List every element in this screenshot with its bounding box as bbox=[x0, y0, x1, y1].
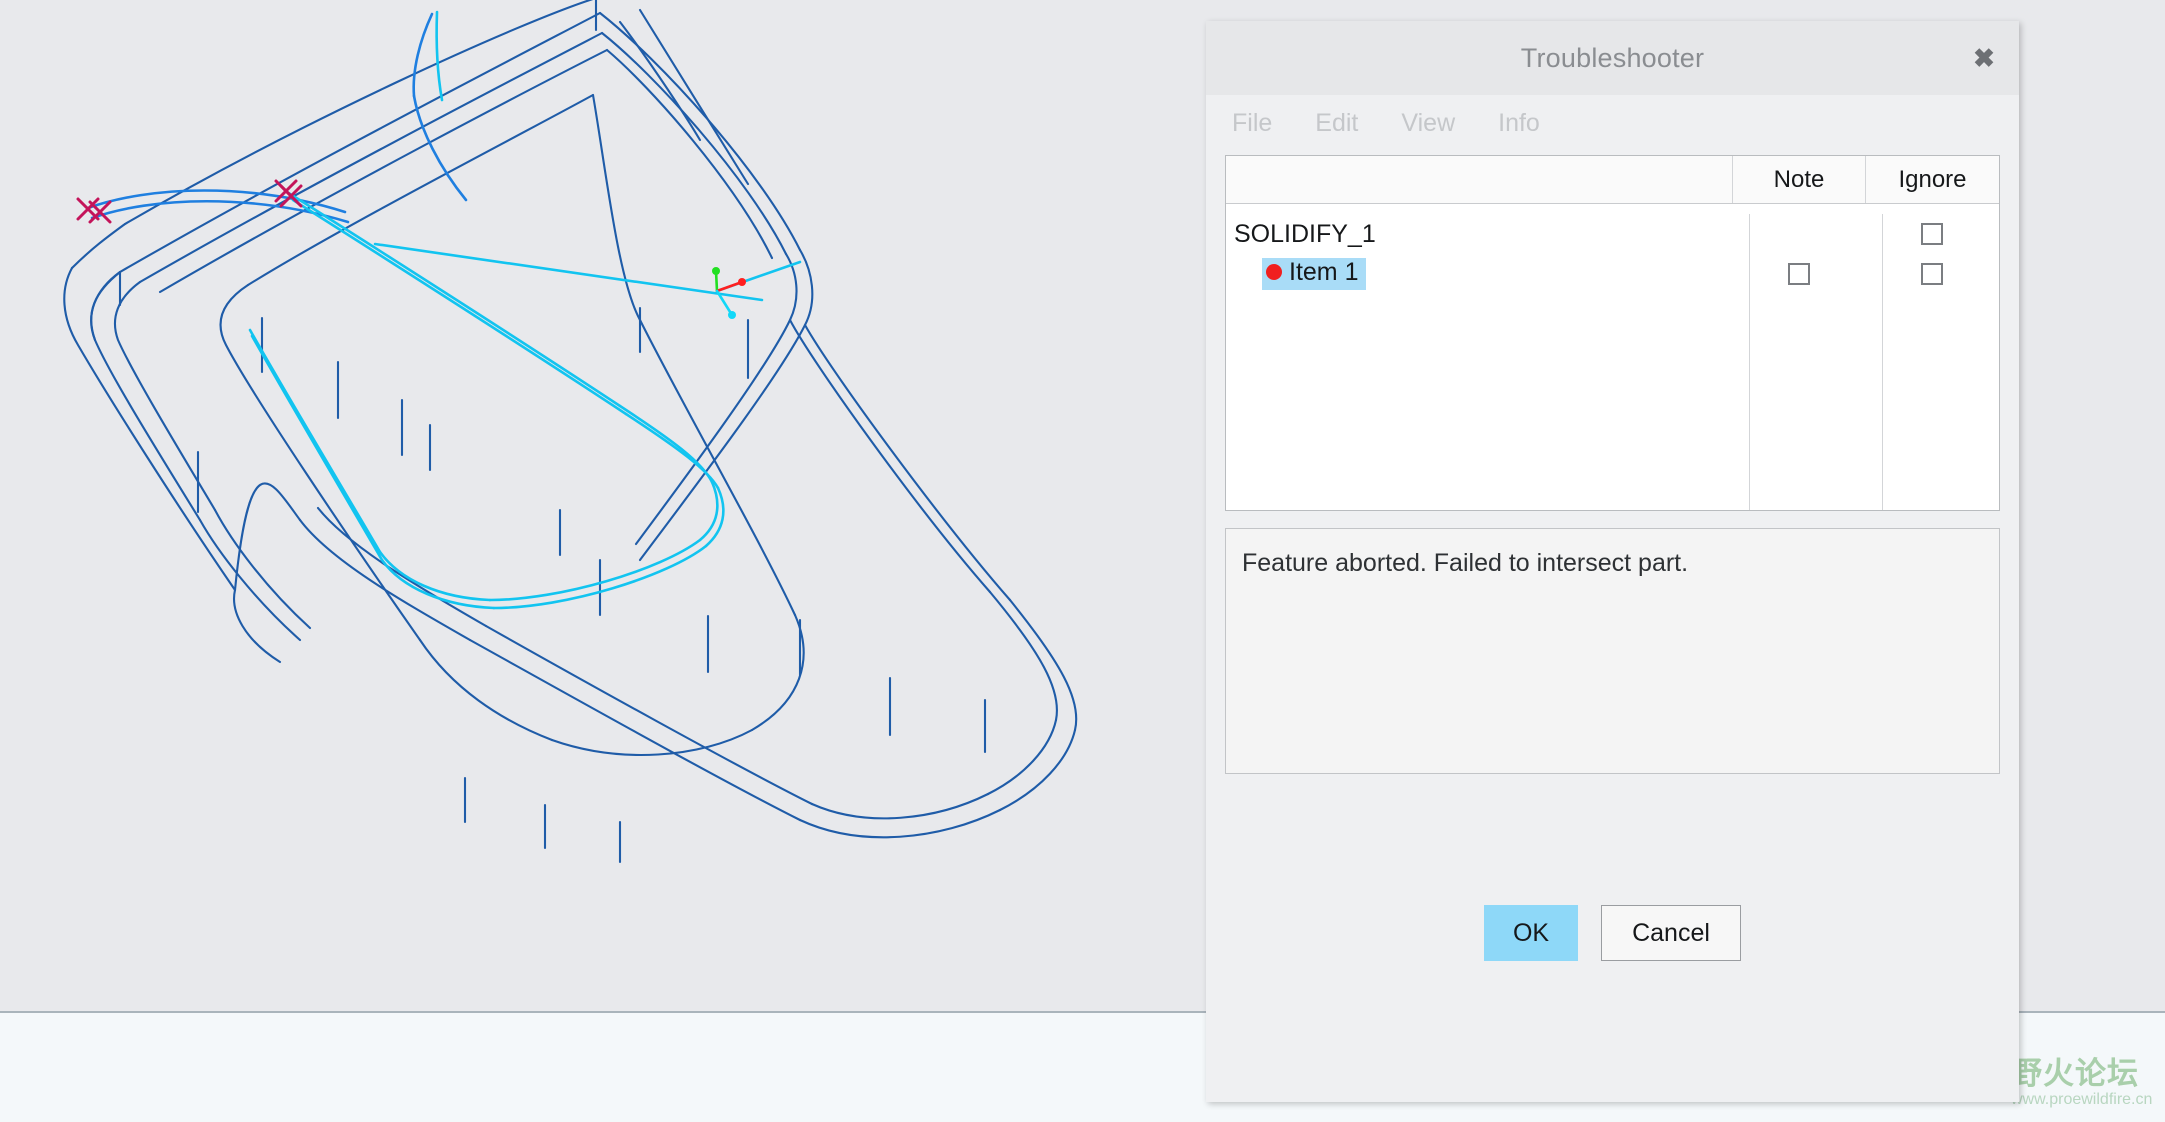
cancel-button[interactable]: Cancel bbox=[1601, 905, 1741, 961]
table-row[interactable]: Item 1 bbox=[1226, 254, 1999, 294]
error-status-dot bbox=[1266, 263, 1282, 280]
dialog-title: Troubleshooter bbox=[1520, 42, 1705, 73]
coordinate-triad bbox=[712, 267, 746, 319]
menu-file[interactable]: File bbox=[1232, 109, 1272, 138]
menu-view[interactable]: View bbox=[1401, 109, 1455, 138]
ignore-checkbox[interactable] bbox=[1921, 263, 1943, 285]
item-name-label: Item 1 bbox=[1289, 258, 1359, 287]
ok-button[interactable]: OK bbox=[1484, 905, 1578, 961]
dialog-titlebar[interactable]: Troubleshooter ✖ bbox=[1206, 21, 2019, 95]
ignore-cell bbox=[1865, 263, 1999, 285]
note-cell bbox=[1732, 263, 1865, 285]
table-row[interactable]: SOLIDIFY_1 bbox=[1226, 214, 1999, 254]
note-checkbox[interactable] bbox=[1787, 263, 1810, 285]
dialog-menubar: File Edit View Info bbox=[1206, 95, 2019, 151]
error-message-text: Feature aborted. Failed to intersect par… bbox=[1242, 549, 1689, 577]
ignore-checkbox[interactable] bbox=[1921, 223, 1943, 245]
menu-info[interactable]: Info bbox=[1498, 109, 1540, 138]
app-root: 野火论坛 www.proewildfire.cn Troubleshooter … bbox=[0, 0, 2165, 1122]
ignore-cell bbox=[1865, 223, 1999, 245]
troubleshooter-table[interactable]: Note Ignore SOLIDIFY_1 Item 1 bbox=[1225, 155, 2000, 511]
item-name-cell: Item 1 bbox=[1226, 258, 1732, 290]
message-panel: Feature aborted. Failed to intersect par… bbox=[1225, 528, 2000, 774]
menu-edit[interactable]: Edit bbox=[1315, 109, 1358, 138]
column-header-note: Note bbox=[1732, 156, 1865, 203]
table-header-row: Note Ignore bbox=[1226, 156, 1999, 204]
table-body: SOLIDIFY_1 Item 1 bbox=[1226, 214, 1999, 510]
dialog-button-row: OK Cancel bbox=[1206, 774, 2019, 1102]
item-selected-label[interactable]: Item 1 bbox=[1262, 258, 1367, 290]
close-icon[interactable]: ✖ bbox=[1967, 41, 2001, 75]
feature-name-label: SOLIDIFY_1 bbox=[1234, 219, 1376, 248]
column-header-name bbox=[1226, 156, 1732, 203]
feature-name-cell: SOLIDIFY_1 bbox=[1226, 220, 1732, 249]
troubleshooter-dialog: Troubleshooter ✖ File Edit View Info Not… bbox=[1206, 21, 2019, 1102]
column-header-ignore: Ignore bbox=[1865, 156, 1999, 203]
